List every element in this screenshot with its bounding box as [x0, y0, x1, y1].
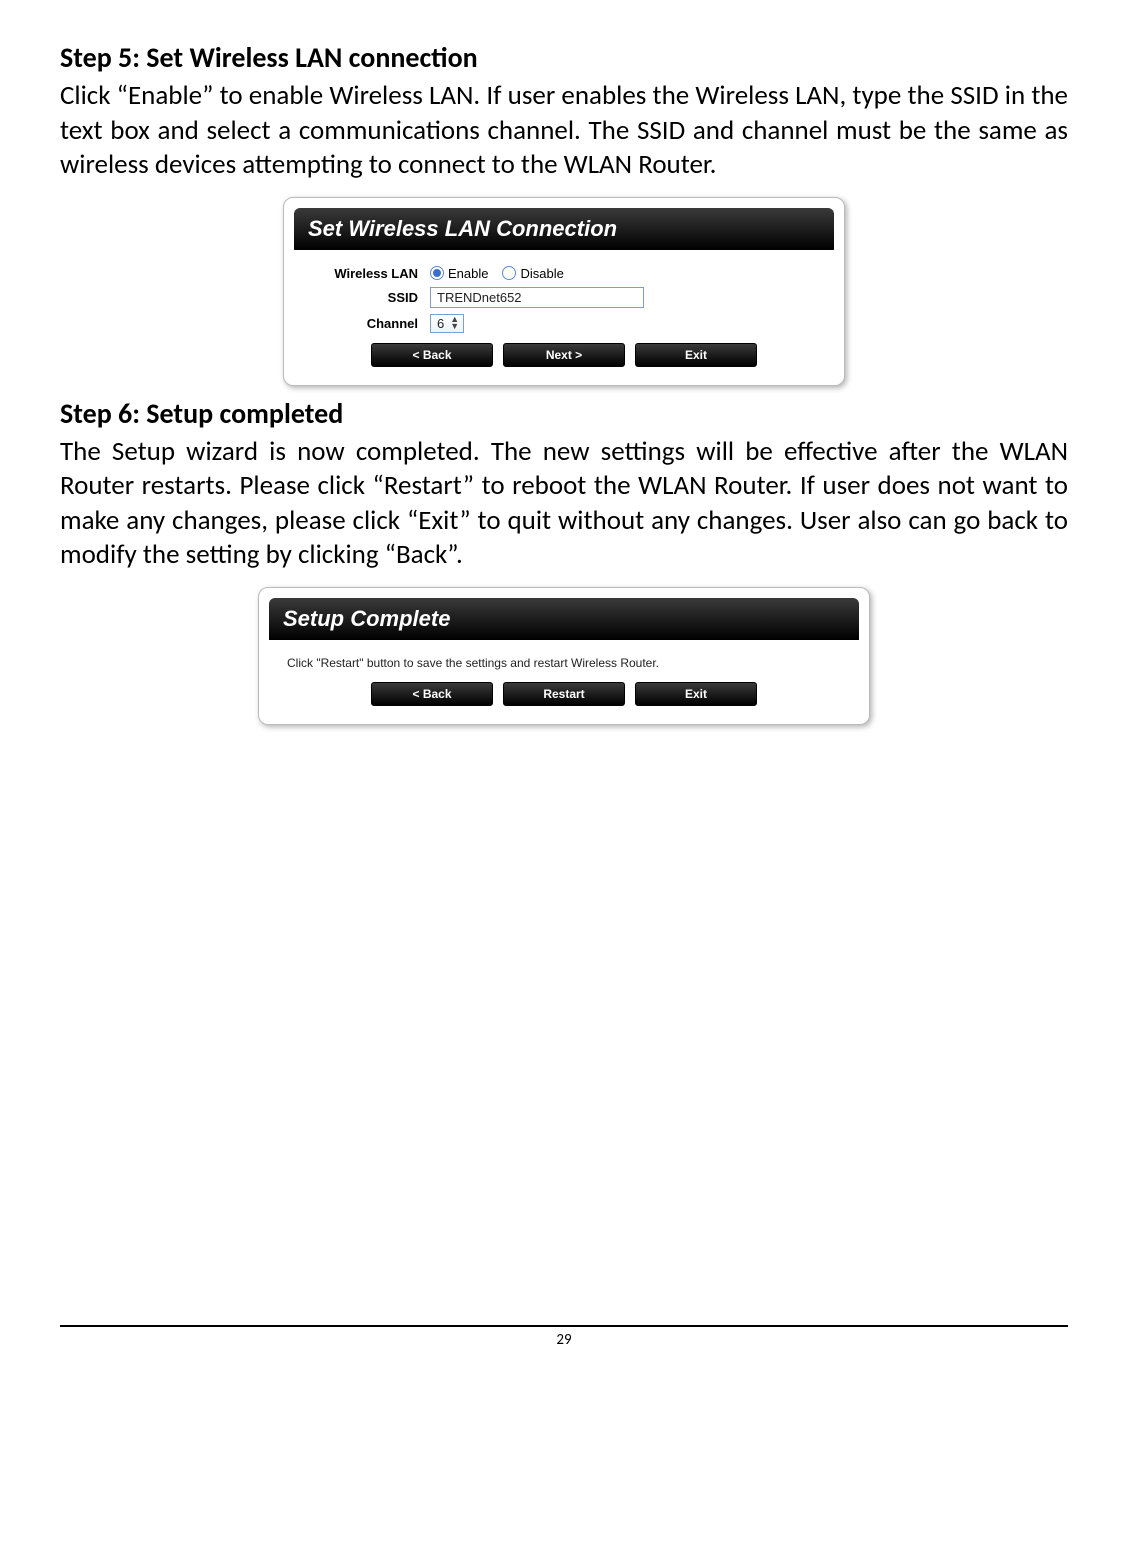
step6-heading: Step 6: Setup completed — [60, 396, 1068, 431]
disable-radio[interactable] — [502, 266, 516, 280]
channel-select[interactable]: 6 ▲▼ — [430, 314, 464, 333]
back-button[interactable]: < Back — [371, 343, 493, 367]
channel-label: Channel — [308, 316, 430, 331]
ssid-row: SSID — [308, 287, 820, 308]
wlan-row: Wireless LAN Enable Disable — [308, 266, 820, 281]
complete-hint: Click "Restart" button to save the setti… — [283, 650, 845, 672]
wlan-panel-title: Set Wireless LAN Connection — [294, 208, 834, 250]
channel-row: Channel 6 ▲▼ — [308, 314, 820, 333]
step6-body: The Setup wizard is now completed. The n… — [60, 435, 1068, 573]
wlan-label: Wireless LAN — [308, 266, 430, 281]
select-arrows-icon: ▲▼ — [450, 316, 459, 330]
step5-heading: Step 5: Set Wireless LAN connection — [60, 40, 1068, 75]
back-button-2[interactable]: < Back — [371, 682, 493, 706]
disable-radio-label[interactable]: Disable — [520, 266, 563, 281]
complete-panel: Setup Complete Click "Restart" button to… — [258, 587, 870, 725]
enable-radio[interactable] — [430, 266, 444, 280]
restart-button[interactable]: Restart — [503, 682, 625, 706]
enable-radio-label[interactable]: Enable — [448, 266, 488, 281]
wlan-panel: Set Wireless LAN Connection Wireless LAN… — [283, 197, 845, 386]
exit-button-2[interactable]: Exit — [635, 682, 757, 706]
page-number: 29 — [556, 1331, 571, 1349]
wlan-panel-body: Wireless LAN Enable Disable SSID Channel… — [294, 250, 834, 375]
page-footer: 29 — [60, 1325, 1068, 1349]
exit-button[interactable]: Exit — [635, 343, 757, 367]
wlan-button-row: < Back Next > Exit — [308, 343, 820, 367]
ssid-input[interactable] — [430, 287, 644, 308]
ssid-label: SSID — [308, 290, 430, 305]
next-button[interactable]: Next > — [503, 343, 625, 367]
complete-panel-title: Setup Complete — [269, 598, 859, 640]
channel-value: 6 — [437, 316, 444, 331]
complete-panel-body: Click "Restart" button to save the setti… — [269, 640, 859, 714]
complete-button-row: < Back Restart Exit — [283, 682, 845, 706]
step5-body: Click “Enable” to enable Wireless LAN. I… — [60, 79, 1068, 183]
